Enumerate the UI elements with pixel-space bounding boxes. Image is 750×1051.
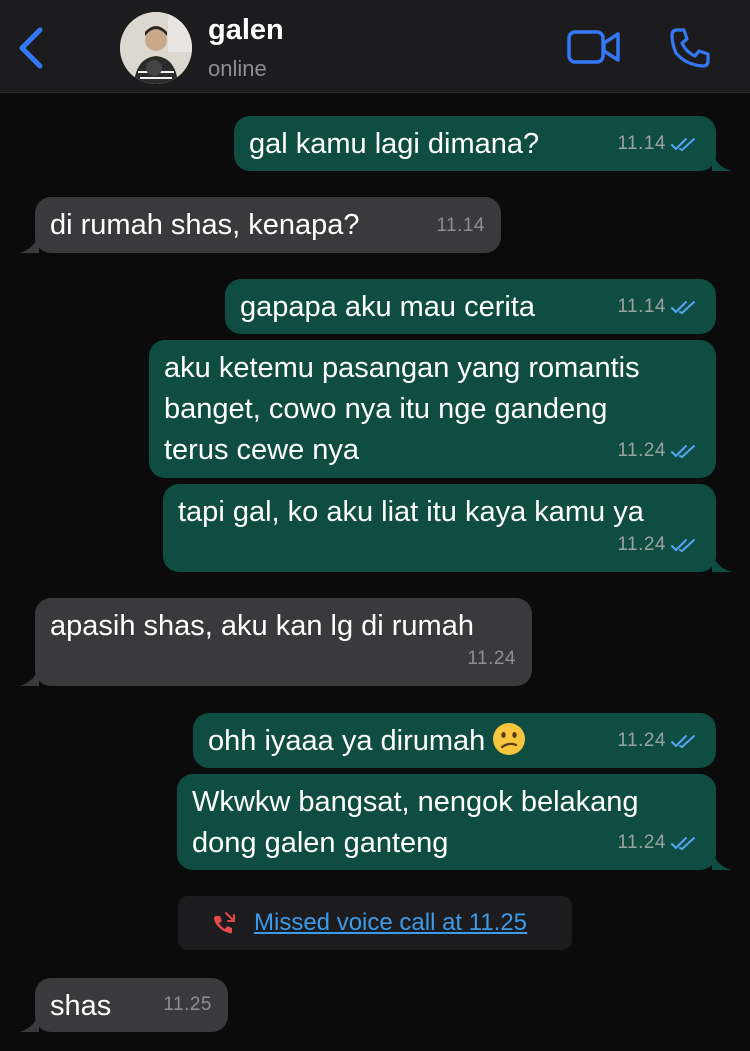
avatar[interactable]: [120, 12, 192, 84]
message-meta: 11.14: [617, 286, 698, 327]
message-meta: 11.14: [617, 123, 698, 164]
message-time: 11.24: [617, 832, 666, 853]
message-meta: 11.24: [617, 430, 698, 471]
message-time: 11.14: [436, 215, 485, 236]
message-meta: 11.24: [617, 524, 698, 565]
bubble-tail: [712, 151, 732, 171]
message-bubble-incoming[interactable]: apasih shas, aku kan lg di rumah 11.24: [19, 598, 532, 686]
message-text: apasih shas, aku kan lg di rumah: [50, 610, 474, 642]
missed-call-notice[interactable]: Missed voice call at 11.25: [178, 896, 572, 950]
contact-photo: [120, 12, 192, 84]
message-bubble-outgoing[interactable]: tapi gal, ko aku liat itu kaya kamu ya 1…: [163, 484, 732, 572]
back-button[interactable]: [14, 26, 48, 70]
contact-name[interactable]: galen: [208, 14, 284, 47]
message-meta: 11.24: [467, 638, 516, 679]
phone-icon: [670, 28, 710, 68]
chevron-left-icon: [19, 27, 43, 69]
message-time: 11.25: [163, 994, 212, 1015]
double-check-icon: [671, 300, 695, 314]
message-time: 11.14: [617, 133, 666, 154]
video-call-button[interactable]: [566, 28, 622, 66]
message-bubble-incoming[interactable]: shas 11.25: [19, 978, 228, 1032]
message-meta: 11.14: [436, 205, 485, 246]
message-bubble-outgoing[interactable]: gal kamu lagi dimana? 11.14: [234, 116, 732, 171]
bubble-tail: [712, 552, 732, 572]
double-check-icon: [671, 538, 695, 552]
message-bubble-outgoing[interactable]: gapapa aku mau cerita 11.14: [225, 279, 716, 334]
message-time: 11.24: [617, 534, 666, 555]
message-time: 11.24: [617, 440, 666, 461]
missed-call-link[interactable]: Missed voice call at 11.25: [254, 909, 527, 937]
message-bubble-outgoing[interactable]: ohh iyaaa ya dirumah 11.24: [193, 713, 716, 768]
message-meta: 11.24: [617, 822, 698, 863]
message-time: 11.24: [467, 648, 516, 669]
bubble-tail: [19, 1012, 39, 1032]
contact-status: online: [208, 56, 267, 81]
bubble-tail: [19, 666, 39, 686]
bubble-tail: [19, 233, 39, 253]
message-text-content: ohh iyaaa ya dirumah: [208, 725, 486, 757]
message-time: 11.14: [617, 296, 666, 317]
message-time: 11.24: [617, 730, 666, 751]
message-meta: 11.24: [617, 720, 698, 761]
message-bubble-outgoing[interactable]: Wkwkw bangsat, nengok belakang dong gale…: [177, 774, 732, 870]
message-bubble-outgoing[interactable]: aku ketemu pasangan yang romantis banget…: [149, 340, 716, 478]
chat-header: galen online: [0, 0, 750, 93]
message-bubble-incoming[interactable]: di rumah shas, kenapa? 11.14: [19, 197, 501, 253]
double-check-icon: [671, 836, 695, 850]
bubble-tail: [712, 850, 732, 870]
message-text: di rumah shas, kenapa?: [50, 209, 360, 241]
double-check-icon: [671, 444, 695, 458]
voice-call-button[interactable]: [668, 26, 712, 70]
video-camera-icon: [567, 30, 620, 64]
confused-face-icon: [493, 723, 526, 755]
double-check-icon: [671, 137, 695, 151]
double-check-icon: [671, 734, 695, 748]
message-meta: 11.25: [163, 984, 212, 1025]
missed-call-icon: [214, 912, 235, 934]
